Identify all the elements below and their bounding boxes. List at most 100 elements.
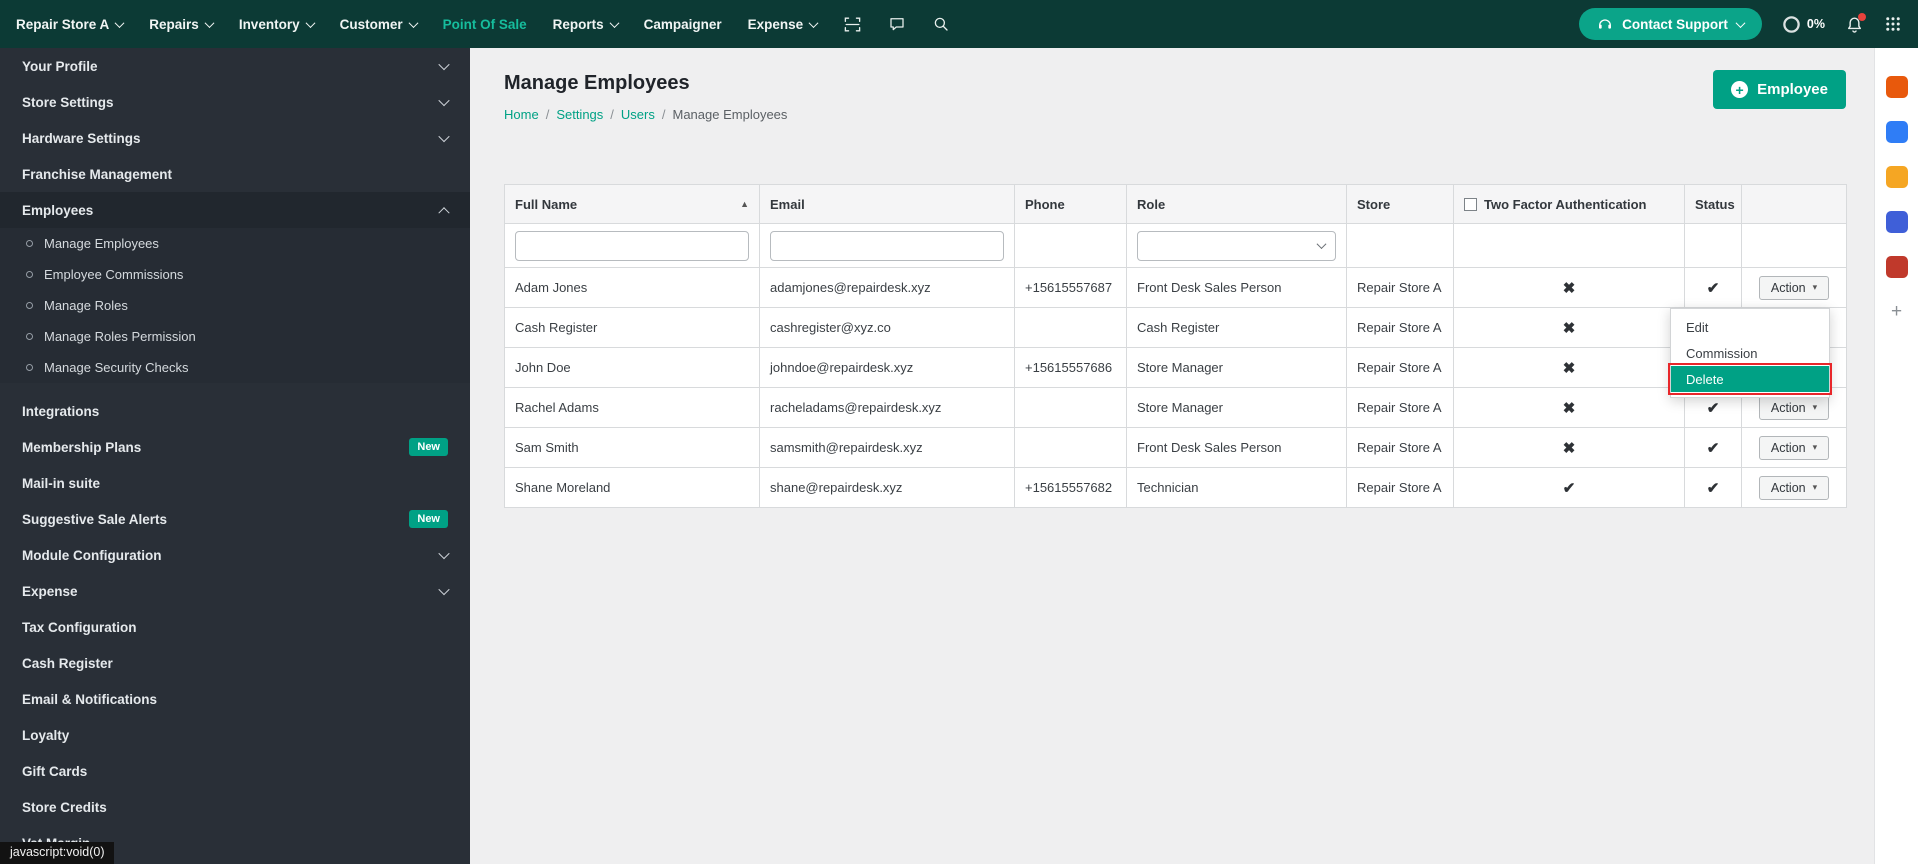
cell-phone: +15615557682 [1014,467,1127,508]
action-button-label: Action [1770,400,1806,415]
status-check-icon: ✔ [1706,399,1720,417]
extension-icon-5[interactable] [1885,256,1908,278]
apps-grid-icon[interactable] [1884,15,1902,33]
sidebar-subitem-manage-roles-permission[interactable]: Manage Roles Permission [0,321,470,352]
column-label: Phone [1025,196,1065,212]
column-header-email[interactable]: Email [759,184,1015,224]
sidebar-subitem-manage-roles[interactable]: Manage Roles [0,290,470,321]
role-filter-select[interactable] [1137,230,1336,261]
column-header-status[interactable]: Status [1684,184,1742,224]
sidebar-subitem-manage-security-checks[interactable]: Manage Security Checks [0,352,470,383]
chevron-down-icon [438,547,450,560]
sidebar-item-tax-configuration[interactable]: Tax Configuration [0,609,470,645]
sidebar-item-mail-in-suite[interactable]: Mail-in suite [0,465,470,501]
sidebar-item-store-credits[interactable]: Store Credits [0,789,470,825]
menu-item-commission[interactable]: Commission [1671,340,1829,366]
breadcrumb-separator: / [545,107,550,122]
add-extension-icon[interactable]: + [1886,301,1908,323]
action-button[interactable]: Action ▾ [1758,275,1830,300]
full-name-filter-input[interactable] [515,230,749,261]
nav-point-of-sale[interactable]: Point Of Sale [443,17,527,32]
sidebar-item-integrations[interactable]: Integrations [0,393,470,429]
caret-down-icon: ▾ [1812,402,1818,412]
chat-icon[interactable] [888,15,906,33]
chevron-up-icon [438,207,450,219]
sidebar-item-suggestive-sale-alerts[interactable]: Suggestive Sale Alerts New [0,501,470,537]
extension-icon-4[interactable] [1885,211,1908,233]
extension-icon-3[interactable] [1885,166,1908,188]
nav-expense[interactable]: Expense [748,17,819,32]
column-header-phone[interactable]: Phone [1014,184,1127,224]
action-button[interactable]: Action ▾ [1758,475,1830,500]
new-badge: New [409,510,448,528]
notifications-bell-icon[interactable] [1845,12,1866,34]
nav-label: Campaigner [643,16,722,32]
sidebar-item-gift-cards[interactable]: Gift Cards [0,753,470,789]
two-factor-cross-icon: ✖ [1562,279,1576,297]
column-header-store[interactable]: Store [1346,184,1454,224]
nav-repairs[interactable]: Repairs [149,17,215,32]
column-header-full-name[interactable]: Full Name ▲ [504,184,760,224]
sidebar-subitem-manage-employees[interactable]: Manage Employees [0,228,470,259]
breadcrumb-current: Manage Employees [672,107,788,122]
progress-indicator[interactable]: 0% [1782,15,1825,34]
chevron-down-icon [808,17,819,28]
sidebar-item-loyalty[interactable]: Loyalty [0,717,470,753]
cell-full-name: Shane Moreland [504,467,760,508]
sidebar-item-cash-register[interactable]: Cash Register [0,645,470,681]
two-factor-header-checkbox[interactable] [1464,197,1477,211]
two-factor-check-icon: ✔ [1562,479,1576,497]
nav-label: Point Of Sale [442,16,527,32]
column-label: Full Name [515,196,578,212]
breadcrumb-users-link[interactable]: Users [621,107,655,122]
two-factor-cross-icon: ✖ [1562,359,1576,377]
bullet-icon [26,302,33,309]
barcode-scan-icon[interactable] [843,15,862,34]
menu-item-delete[interactable]: Delete [1668,363,1832,395]
nav-store-selector[interactable]: Repair Store A [16,17,125,32]
sidebar-item-email-notifications[interactable]: Email & Notifications [0,681,470,717]
sidebar-item-your-profile[interactable]: Your Profile [0,48,470,84]
column-label: Store [1357,196,1391,212]
action-button[interactable]: Action ▾ [1758,395,1830,420]
chevron-down-icon [438,94,450,107]
sidebar-item-store-settings[interactable]: Store Settings [0,84,470,120]
column-label: Two Factor Authentication [1484,196,1647,212]
nav-reports[interactable]: Reports [553,17,620,32]
sidebar-subitem-employee-commissions[interactable]: Employee Commissions [0,259,470,290]
search-icon[interactable] [932,15,950,33]
sort-asc-icon: ▲ [740,199,749,209]
menu-item-edit[interactable]: Edit [1671,314,1829,340]
extension-icon-2[interactable] [1885,121,1908,143]
sidebar-item-expense[interactable]: Expense [0,573,470,609]
sidebar-item-label: Store Settings [22,94,114,110]
column-header-role[interactable]: Role [1126,184,1347,224]
nav-customer[interactable]: Customer [340,17,419,32]
sidebar-item-hardware-settings[interactable]: Hardware Settings [0,120,470,156]
breadcrumb-home-link[interactable]: Home [504,107,539,122]
cell-email: shane@repairdesk.xyz [759,467,1015,508]
employees-table: Full Name ▲ Email Phone Role Store Two F… [504,184,1847,508]
chevron-down-icon [438,58,450,71]
caret-down-icon: ▾ [1812,282,1818,292]
nav-inventory[interactable]: Inventory [239,17,316,32]
action-button[interactable]: Action ▾ [1758,435,1830,460]
add-employee-button[interactable]: + Employee [1713,70,1846,109]
sidebar-item-franchise-management[interactable]: Franchise Management [0,156,470,192]
extension-icon-1[interactable] [1885,76,1908,98]
headset-icon [1599,19,1612,29]
cell-store: Repair Store A [1346,387,1454,428]
sidebar-subitem-label: Manage Roles Permission [44,329,196,344]
cell-phone: +15615557686 [1014,347,1127,388]
sidebar-item-membership-plans[interactable]: Membership Plans New [0,429,470,465]
sidebar-item-module-configuration[interactable]: Module Configuration [0,537,470,573]
breadcrumb-separator: / [610,107,614,122]
cell-email: adamjones@repairdesk.xyz [759,267,1015,308]
breadcrumb-settings-link[interactable]: Settings [556,107,603,122]
nav-campaigner[interactable]: Campaigner [644,17,722,32]
sidebar-item-employees[interactable]: Employees [0,192,470,228]
sidebar-item-label: Your Profile [22,58,98,74]
email-filter-input[interactable] [770,230,1004,261]
contact-support-button[interactable]: Contact Support [1579,8,1762,40]
cell-store: Repair Store A [1346,267,1454,308]
